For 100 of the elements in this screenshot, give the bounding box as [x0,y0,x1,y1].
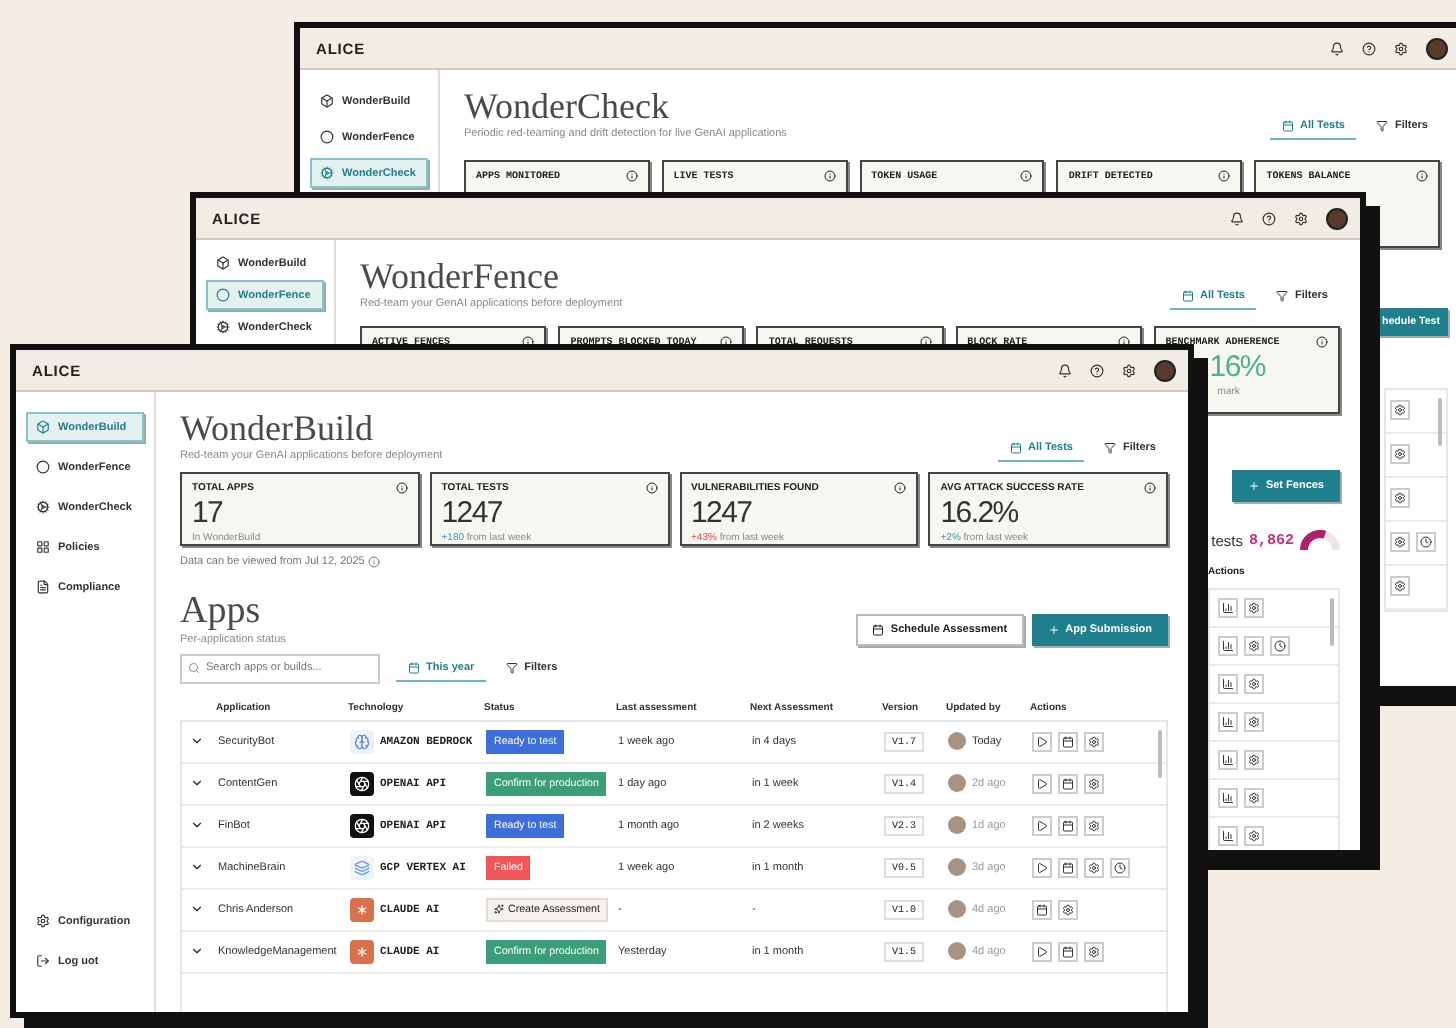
chevron-icon[interactable] [190,860,204,875]
filter-icon [506,661,519,674]
play-button[interactable] [1032,857,1052,878]
chart-button[interactable] [1218,825,1238,846]
settings-button[interactable] [1084,941,1104,962]
clock-icon [1420,536,1432,549]
avatar-icon [948,774,966,793]
avatar-icon [948,732,966,751]
chart-icon [1222,753,1234,766]
chart-icon [1222,639,1234,652]
chevron-icon[interactable] [190,818,204,833]
settings-button[interactable] [1390,400,1410,421]
settings-icon [36,914,50,928]
chevron-icon[interactable] [190,734,204,749]
info-icon [720,335,733,348]
settings-button[interactable] [1084,857,1104,878]
chart-icon [1222,715,1234,728]
settings-icon [1394,536,1406,549]
settings-icon[interactable] [1394,41,1408,55]
calendar-button[interactable] [1058,857,1078,878]
info-icon [1020,169,1033,182]
settings-button[interactable] [1244,787,1264,808]
play-button[interactable] [1032,815,1052,836]
chevron-icon[interactable] [190,902,204,917]
settings-button[interactable] [1244,635,1264,656]
history-button[interactable] [1110,857,1130,878]
scrollbar[interactable] [1158,729,1162,778]
info-icon [645,481,657,494]
notifications-icon[interactable] [1058,363,1072,377]
chart-button[interactable] [1218,787,1238,808]
play-icon [1036,945,1048,958]
notifications-icon[interactable] [1230,211,1244,225]
avatar-icon[interactable] [1426,37,1448,59]
chart-button[interactable] [1218,673,1238,694]
info-icon [395,481,408,494]
settings-icon [1248,639,1260,652]
settings-icon[interactable] [1122,363,1136,377]
calendar-button[interactable] [1058,773,1078,794]
play-icon [1036,777,1048,790]
play-button[interactable] [1032,941,1052,962]
chart-icon [1222,829,1234,842]
sparkle-icon [494,904,504,915]
settings-button[interactable] [1244,749,1264,770]
scrollbar[interactable] [1438,397,1442,446]
chart-button[interactable] [1218,749,1238,770]
calendar-button[interactable] [1058,941,1078,962]
settings-icon [1088,735,1100,748]
info-icon [1416,169,1428,182]
chart-button[interactable] [1218,711,1238,732]
card-value: 1247 [441,497,502,528]
help-icon[interactable] [1090,363,1104,377]
calendar-icon [872,623,885,636]
grid-icon [36,540,50,554]
play-button[interactable] [1032,773,1052,794]
settings-button[interactable] [1390,576,1410,597]
settings-icon [1248,677,1260,690]
info-icon [1144,481,1156,494]
circle-icon [216,288,230,302]
scrollbar[interactable] [1330,597,1334,646]
settings-button[interactable] [1244,711,1264,732]
settings-button[interactable] [1390,532,1410,553]
history-button[interactable] [1270,635,1290,656]
settings-button[interactable] [1244,825,1264,846]
cog-icon [36,500,50,514]
settings-button[interactable] [1084,773,1104,794]
calendar-button[interactable] [1032,899,1052,920]
calendar-button[interactable] [1058,731,1078,752]
help-icon[interactable] [1362,41,1376,55]
cog-icon [216,320,230,334]
settings-button[interactable] [1390,488,1410,509]
settings-button[interactable] [1390,444,1410,465]
document-icon [36,580,50,594]
notifications-icon[interactable] [1330,41,1344,55]
settings-icon [1088,819,1100,832]
filter-icon [1376,119,1389,132]
chevron-icon[interactable] [190,776,204,791]
settings-button[interactable] [1244,597,1264,618]
info-icon [823,169,836,182]
calendar-icon [1062,777,1074,790]
avatar-icon[interactable] [1154,359,1176,381]
history-button[interactable] [1416,532,1436,553]
settings-icon [1248,601,1260,614]
settings-button[interactable] [1084,815,1104,836]
chart-button[interactable] [1218,635,1238,656]
calendar-button[interactable] [1058,815,1078,836]
settings-button[interactable] [1244,673,1264,694]
avatar-icon[interactable] [1326,207,1348,229]
calendar-icon [1062,945,1074,958]
settings-button[interactable] [1058,899,1078,920]
brain-logo-icon [350,729,374,754]
play-button[interactable] [1032,731,1052,752]
help-icon[interactable] [1262,211,1276,225]
box-icon [36,420,50,434]
chevron-icon[interactable] [190,944,204,959]
chart-button[interactable] [1218,597,1238,618]
settings-button[interactable] [1084,731,1104,752]
asterisk-logo-icon [350,939,374,964]
settings-icon[interactable] [1294,211,1308,225]
info-icon [1315,335,1328,348]
calendar-icon [1062,819,1074,832]
